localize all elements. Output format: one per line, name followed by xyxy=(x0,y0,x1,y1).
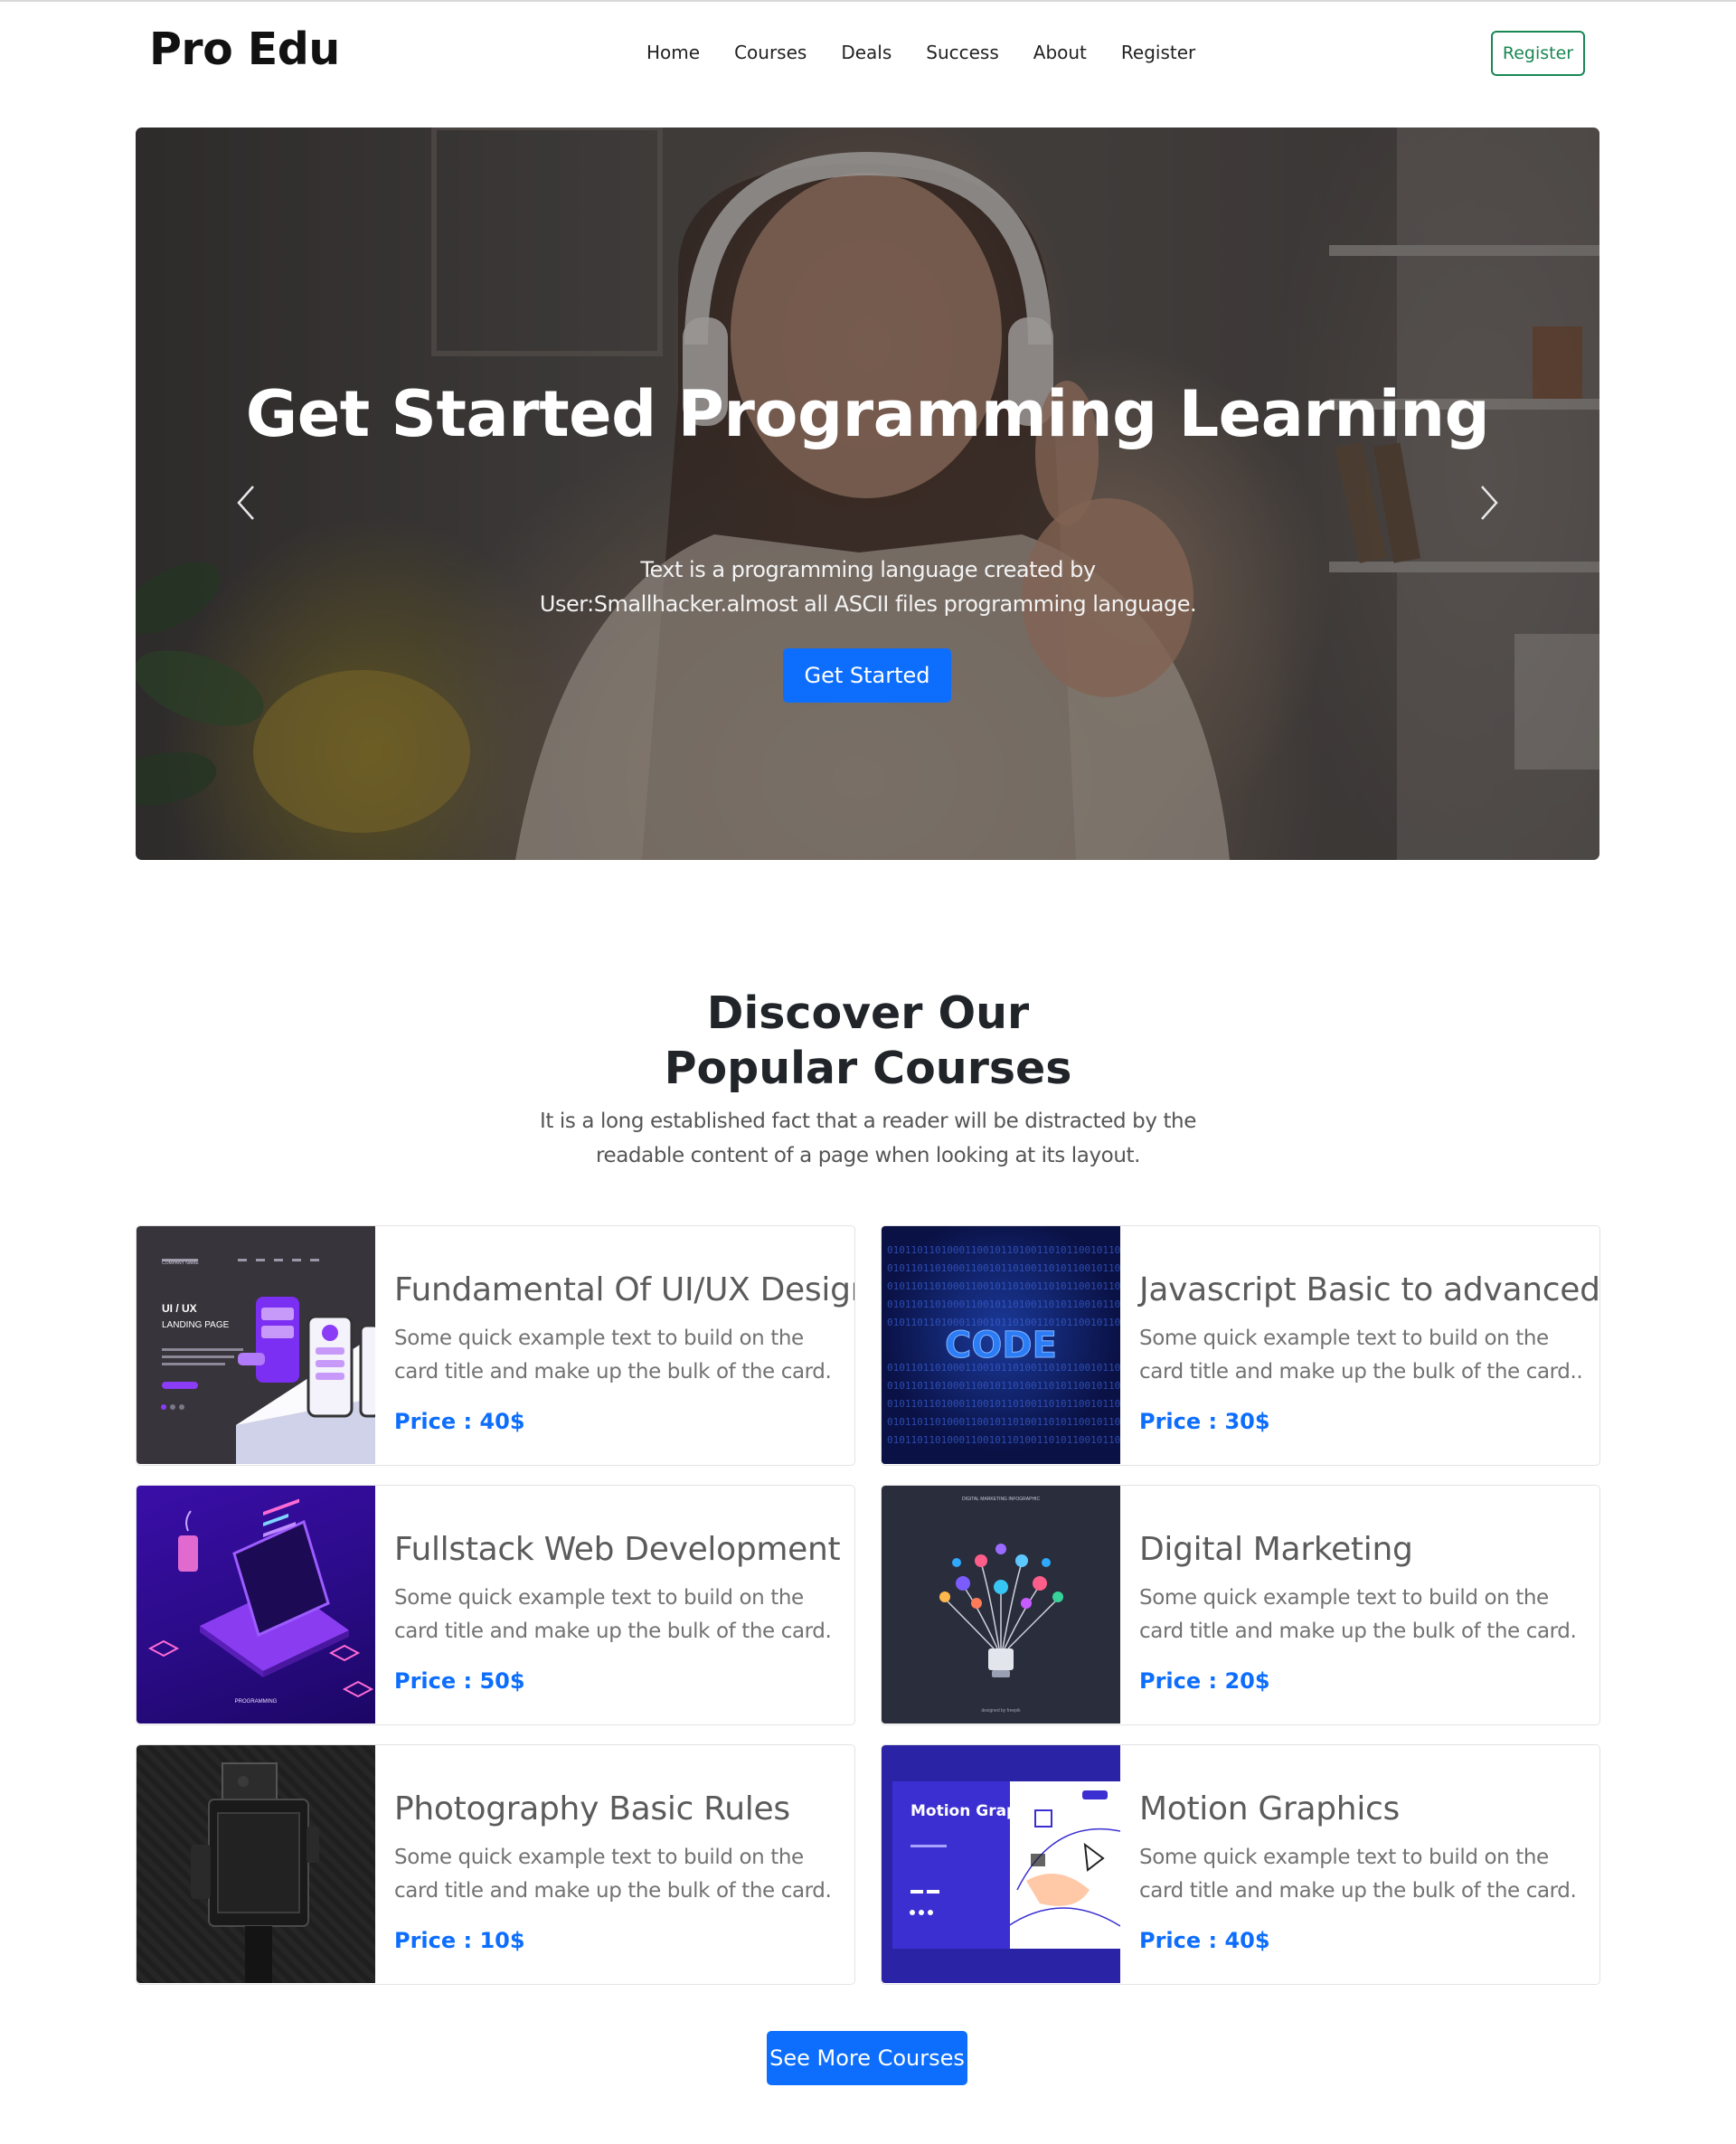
course-card[interactable]: PROGRAMMING Fullstack Web Development So… xyxy=(136,1485,855,1725)
nav-links: Home Courses Deals Success About Registe… xyxy=(646,42,1195,63)
uiux-company-label: COMPANY NAME xyxy=(162,1261,199,1266)
card-price: Price : 10$ xyxy=(394,1928,525,1953)
marketing-caption: DIGITAL MARKETING INFOGRAPHIC xyxy=(962,1497,1041,1502)
uiux-heading-label: UI / UX xyxy=(162,1302,197,1315)
binary-row: 0101101101000110010110100110101100101101 xyxy=(887,1280,1120,1292)
nav-link-deals[interactable]: Deals xyxy=(841,42,892,63)
card-text: Some quick example text to build on the … xyxy=(394,1846,832,1903)
card-title[interactable]: Javascript Basic to advanced xyxy=(1139,1271,1599,1308)
card-body: Motion Graphics Some quick example text … xyxy=(1120,1745,1599,1984)
get-started-button[interactable]: Get Started xyxy=(783,648,951,703)
navbar: Pro Edu Home Courses Deals Success About… xyxy=(0,2,1736,101)
motion-illustration: Motion Graphics xyxy=(892,1781,1120,1949)
register-button[interactable]: Register xyxy=(1491,31,1585,76)
marketing-credit: designed by freepik xyxy=(981,1708,1021,1714)
hero-overlay xyxy=(136,128,1599,860)
card-price: Price : 50$ xyxy=(394,1668,525,1694)
camera-illustration xyxy=(191,1762,319,1983)
course-card[interactable]: Motion Graphics Motion Graphics Some qui… xyxy=(881,1744,1600,1985)
course-card[interactable]: 0101101101000110010110100110101100101101… xyxy=(881,1225,1600,1466)
card-text: Some quick example text to build on the … xyxy=(1139,1846,1577,1903)
card-text: Some quick example text to build on the … xyxy=(1139,1327,1583,1384)
nav-link-about[interactable]: About xyxy=(1033,42,1087,63)
courses-section-subtitle: It is a long established fact that a rea… xyxy=(540,1110,1196,1167)
carousel-next-button[interactable] xyxy=(1471,476,1507,530)
code-word: CODE xyxy=(945,1325,1057,1366)
binary-row: 0101101101000110010110100110101100101101 xyxy=(887,1244,1120,1256)
card-title[interactable]: Photography Basic Rules xyxy=(394,1790,790,1828)
card-price: Price : 40$ xyxy=(394,1409,525,1434)
binary-row: 0101101101000110010110100110101100101101 xyxy=(887,1262,1120,1274)
laptop-illustration: PROGRAMMING xyxy=(147,1498,374,1705)
binary-row: 0101101101000110010110100110101100101101 xyxy=(887,1398,1120,1410)
carousel-prev-button[interactable] xyxy=(228,476,264,530)
card-text: Some quick example text to build on the … xyxy=(394,1586,832,1643)
card-price: Price : 20$ xyxy=(1139,1668,1270,1694)
course-card[interactable]: Photography Basic Rules Some quick examp… xyxy=(136,1744,855,1985)
course-image-marketing: DIGITAL MARKETING INFOGRAPHIC designed b… xyxy=(882,1486,1120,1724)
motion-heading: Motion Graphics xyxy=(910,1802,1052,1820)
card-body: Fullstack Web Development Some quick exa… xyxy=(375,1486,854,1724)
course-card[interactable]: DIGITAL MARKETING INFOGRAPHIC designed b… xyxy=(881,1485,1600,1725)
hero-title: Get Started Programming Learning xyxy=(245,377,1490,451)
nav-link-success[interactable]: Success xyxy=(926,42,999,63)
card-text: Some quick example text to build on the … xyxy=(1139,1586,1577,1643)
card-body: Javascript Basic to advanced Some quick … xyxy=(1120,1226,1599,1465)
binary-row: 0101101101000110010110100110101100101101 xyxy=(887,1380,1120,1392)
card-body: Photography Basic Rules Some quick examp… xyxy=(375,1745,854,1984)
nav-link-home[interactable]: Home xyxy=(646,42,700,63)
chevron-left-icon xyxy=(237,486,254,520)
chevron-right-icon xyxy=(1481,486,1498,520)
card-title[interactable]: Fundamental Of UI/UX Design xyxy=(394,1271,854,1308)
binary-row: 0101101101000110010110100110101100101101 xyxy=(887,1416,1120,1428)
uiux-subheading-label: LANDING PAGE xyxy=(162,1320,230,1330)
card-text: Some quick example text to build on the … xyxy=(394,1327,832,1384)
courses-section-title-text: Discover Our Popular Courses xyxy=(664,987,1072,1094)
fullstack-caption: PROGRAMMING xyxy=(235,1699,278,1705)
code-illustration: 0101101101000110010110100110101100101101… xyxy=(882,1226,1120,1464)
hero-carousel: Get Started Programming Learning Text is… xyxy=(136,128,1599,860)
card-price: Price : 40$ xyxy=(1139,1928,1270,1953)
brand-logo[interactable]: Pro Edu xyxy=(149,24,340,75)
card-title[interactable]: Fullstack Web Development xyxy=(394,1531,841,1568)
card-body: Digital Marketing Some quick example tex… xyxy=(1120,1486,1599,1724)
card-body: Fundamental Of UI/UX Design Some quick e… xyxy=(375,1226,854,1465)
course-image-code: 0101101101000110010110100110101100101101… xyxy=(882,1226,1120,1464)
uiux-illustration: COMPANY NAME UI / UX LANDING PAGE xyxy=(161,1259,375,1464)
course-image-uiux: COMPANY NAME UI / UX LANDING PAGE xyxy=(137,1226,375,1464)
nav-link-courses[interactable]: Courses xyxy=(734,42,807,63)
nav-link-register[interactable]: Register xyxy=(1121,42,1195,63)
see-more-courses-button[interactable]: See More Courses xyxy=(767,2031,967,2085)
lightbulb-illustration: DIGITAL MARKETING INFOGRAPHIC designed b… xyxy=(939,1497,1063,1714)
card-title[interactable]: Digital Marketing xyxy=(1139,1531,1413,1568)
courses-section-title: Discover Our Popular Courses xyxy=(0,986,1736,1096)
binary-row: 0101101101000110010110100110101100101101 xyxy=(887,1434,1120,1446)
hero-description: Text is a programming language created b… xyxy=(539,557,1197,617)
course-image-photography xyxy=(137,1745,375,1983)
course-image-fullstack: PROGRAMMING xyxy=(137,1486,375,1724)
binary-row: 0101101101000110010110100110101100101101 xyxy=(887,1299,1120,1310)
card-price: Price : 30$ xyxy=(1139,1409,1270,1434)
course-card[interactable]: COMPANY NAME UI / UX LANDING PAGE Fundam… xyxy=(136,1225,855,1466)
card-title[interactable]: Motion Graphics xyxy=(1139,1790,1400,1828)
course-image-motion: Motion Graphics xyxy=(882,1745,1120,1983)
